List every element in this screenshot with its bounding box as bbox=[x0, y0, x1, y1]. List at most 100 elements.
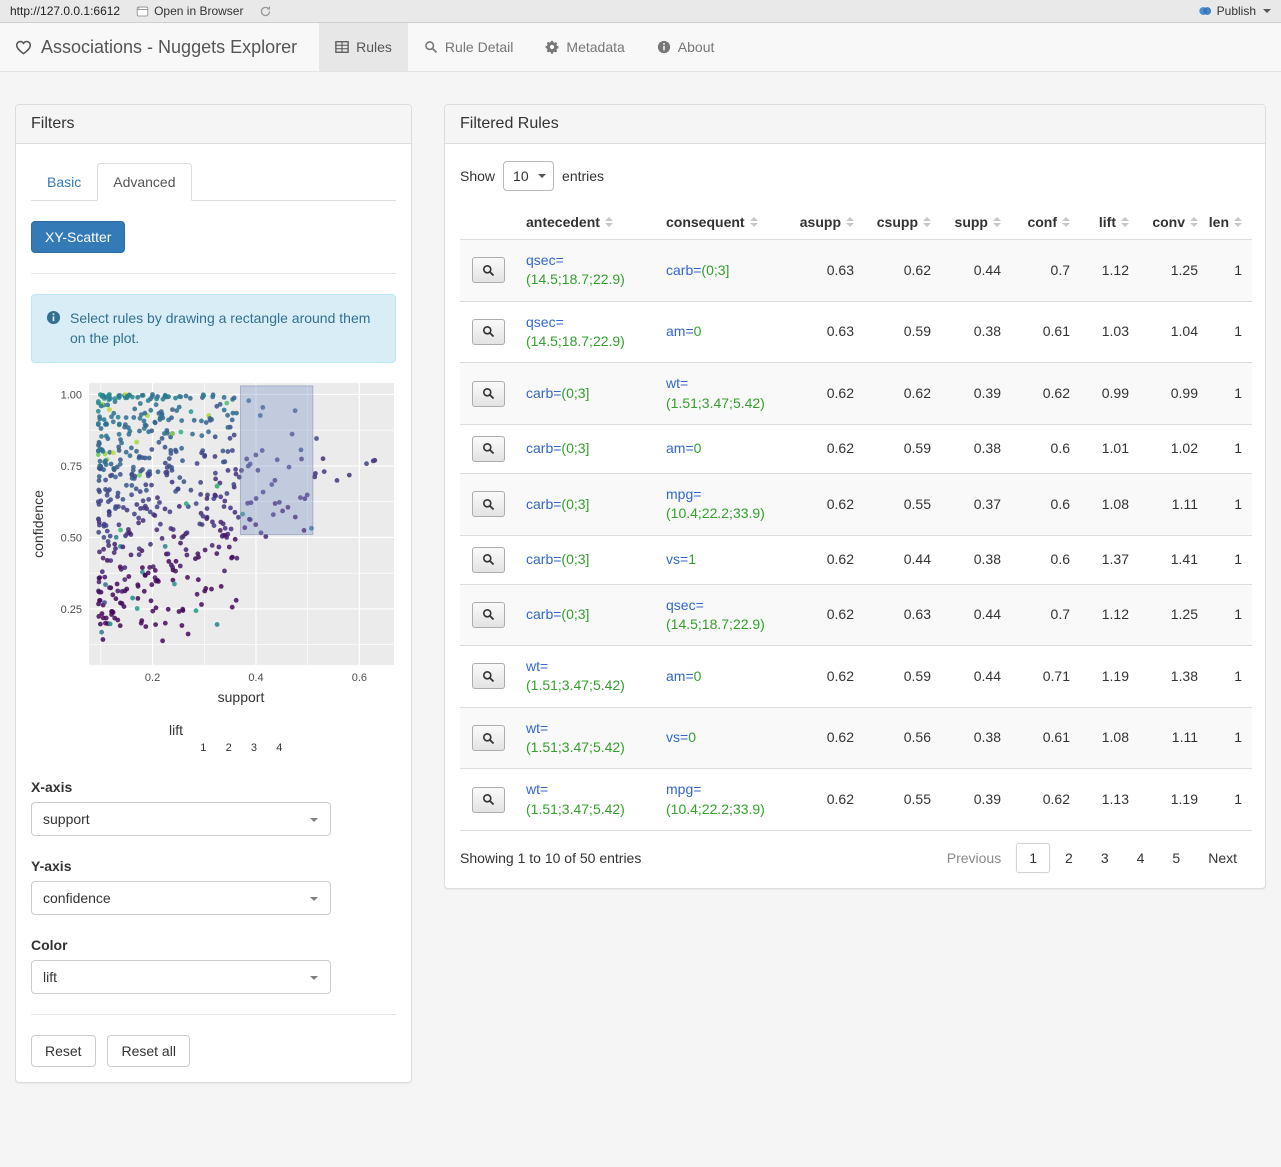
column-header-supp[interactable]: supp bbox=[941, 205, 1011, 240]
tab-about[interactable]: About bbox=[641, 23, 731, 71]
row-action-cell bbox=[460, 239, 516, 302]
refresh-icon[interactable] bbox=[259, 5, 272, 18]
item-value: (0;3] bbox=[561, 550, 590, 567]
item-value: (0;3] bbox=[561, 440, 590, 457]
row-action-cell bbox=[460, 423, 516, 474]
column-header-csupp[interactable]: csupp bbox=[864, 205, 941, 240]
rule-detail-magnifier-button[interactable] bbox=[471, 601, 505, 628]
sort-icon bbox=[993, 217, 1001, 227]
tab-metadata[interactable]: Metadata bbox=[529, 23, 640, 71]
search-icon bbox=[482, 388, 494, 400]
xy-scatter-button[interactable]: XY-Scatter bbox=[31, 221, 126, 253]
cell-supp: 0.44 bbox=[941, 239, 1011, 302]
y-axis-select[interactable]: confidence bbox=[31, 880, 331, 915]
rule-detail-magnifier-button[interactable] bbox=[471, 491, 505, 518]
entries-label: entries bbox=[562, 168, 605, 184]
column-header-actions bbox=[460, 205, 516, 240]
consequent-cell: carb=(0;3] bbox=[656, 239, 796, 302]
tab-rule-detail[interactable]: Rule Detail bbox=[408, 23, 529, 71]
tab-advanced[interactable]: Advanced bbox=[97, 163, 192, 201]
sort-icon bbox=[604, 217, 613, 227]
column-header-antecedent[interactable]: antecedent bbox=[516, 205, 656, 240]
reset-button[interactable]: Reset bbox=[31, 1034, 96, 1067]
column-header-conv[interactable]: conv bbox=[1139, 205, 1208, 240]
rule-detail-magnifier-button[interactable] bbox=[471, 435, 505, 462]
item-attribute: wt= bbox=[526, 658, 549, 675]
table-row: carb=(0;3] am=0 0.62 0.59 0.38 0.6 1.01 1.02 1 bbox=[460, 423, 1252, 474]
column-header-len[interactable]: len bbox=[1208, 205, 1252, 240]
publish-button[interactable]: Publish bbox=[1198, 4, 1271, 18]
pagination-previous[interactable]: Previous bbox=[934, 843, 1014, 873]
filter-tabs: Basic Advanced bbox=[31, 163, 396, 201]
tab-rules[interactable]: Rules bbox=[319, 23, 408, 71]
cell-asupp: 0.62 bbox=[796, 362, 864, 425]
column-header-consequent[interactable]: consequent bbox=[656, 205, 796, 240]
pagination-page-5[interactable]: 5 bbox=[1159, 843, 1193, 873]
rule-detail-magnifier-button[interactable] bbox=[471, 380, 505, 407]
pagination-page-2[interactable]: 2 bbox=[1052, 843, 1086, 873]
rule-detail-magnifier-button[interactable] bbox=[471, 786, 505, 813]
cell-len: 1 bbox=[1208, 300, 1252, 363]
item-attribute: qsec= bbox=[526, 252, 564, 268]
x-axis-select[interactable]: support bbox=[31, 801, 331, 836]
table-row: qsec=(14.5;18.7;22.9) am=0 0.63 0.59 0.38 0.6… bbox=[460, 300, 1252, 363]
item-value: (10.4;22.2;33.9) bbox=[666, 800, 765, 817]
cell-len: 1 bbox=[1208, 768, 1252, 831]
item-value: 0 bbox=[693, 667, 702, 684]
cell-lift: 1.12 bbox=[1080, 583, 1139, 646]
tab-basic[interactable]: Basic bbox=[31, 163, 97, 201]
cell-conf: 0.6 bbox=[1011, 472, 1080, 535]
item-attribute: carb= bbox=[526, 550, 562, 567]
item-value: 0 bbox=[693, 440, 702, 457]
rule-detail-magnifier-button[interactable] bbox=[471, 663, 505, 690]
reset-all-button[interactable]: Reset all bbox=[107, 1034, 190, 1067]
browser-window-icon bbox=[136, 6, 149, 16]
column-header-lift[interactable]: lift bbox=[1080, 205, 1139, 240]
column-header-conf[interactable]: conf bbox=[1011, 205, 1080, 240]
item-attribute: carb= bbox=[526, 384, 562, 401]
cell-supp: 0.38 bbox=[941, 706, 1011, 769]
page-length-select[interactable]: 10 bbox=[503, 161, 555, 191]
cell-asupp: 0.62 bbox=[796, 645, 864, 708]
item-value: (1.51;3.47;5.42) bbox=[666, 394, 765, 411]
open-in-browser-button[interactable]: Open in Browser bbox=[136, 4, 243, 18]
address-url[interactable]: http://127.0.0.1:6612 bbox=[10, 4, 120, 18]
cell-conv: 1.19 bbox=[1139, 768, 1208, 831]
search-icon bbox=[425, 41, 437, 54]
antecedent-cell: carb=(0;3] bbox=[516, 534, 656, 584]
color-label: Color bbox=[31, 936, 68, 953]
tab-metadata-label: Metadata bbox=[566, 39, 625, 55]
cell-conf: 0.71 bbox=[1011, 645, 1080, 708]
consequent-cell: am=0 bbox=[656, 423, 796, 474]
row-action-cell bbox=[460, 472, 516, 535]
antecedent-cell: carb=(0;3] bbox=[516, 472, 656, 535]
info-icon bbox=[657, 40, 670, 54]
plot-selection-rectangle[interactable] bbox=[239, 384, 314, 535]
consequent-cell: vs=0 bbox=[656, 706, 796, 769]
antecedent-cell: carb=(0;3] bbox=[516, 423, 656, 474]
pagination-page-4[interactable]: 4 bbox=[1124, 843, 1158, 873]
table-row: wt=(1.51;3.47;5.42) vs=0 0.62 0.56 0.38 0.61 1… bbox=[460, 706, 1252, 769]
antecedent-cell: qsec= (14.5;18.7;22.9) bbox=[516, 300, 656, 363]
tab-rule-detail-label: Rule Detail bbox=[444, 39, 514, 55]
publish-caret-icon bbox=[1263, 9, 1271, 13]
cell-conv: 1.38 bbox=[1139, 645, 1208, 708]
row-action-cell bbox=[460, 583, 516, 646]
rule-detail-magnifier-button[interactable] bbox=[471, 318, 505, 345]
search-icon bbox=[482, 264, 494, 276]
column-header-asupp[interactable]: asupp bbox=[796, 205, 864, 240]
rule-detail-magnifier-button[interactable] bbox=[471, 546, 505, 573]
pagination-next[interactable]: Next bbox=[1195, 843, 1250, 873]
scatter-plot[interactable]: 0.2 0.4 0.6 1.00 0.75 0.50 0.25 confidence sup… bbox=[30, 377, 397, 714]
cell-conf: 0.6 bbox=[1011, 534, 1080, 584]
pagination-page-1[interactable]: 1 bbox=[1016, 843, 1051, 873]
consequent-cell: vs=1 bbox=[656, 534, 796, 584]
pagination-page-3[interactable]: 3 bbox=[1088, 843, 1122, 873]
row-action-cell bbox=[460, 706, 516, 769]
rule-detail-magnifier-button[interactable] bbox=[471, 257, 505, 284]
color-select[interactable]: lift bbox=[31, 959, 331, 994]
item-attribute: mpg= bbox=[666, 781, 702, 798]
search-icon bbox=[482, 553, 494, 566]
rule-detail-magnifier-button[interactable] bbox=[471, 725, 505, 752]
sort-icon bbox=[1234, 217, 1242, 227]
